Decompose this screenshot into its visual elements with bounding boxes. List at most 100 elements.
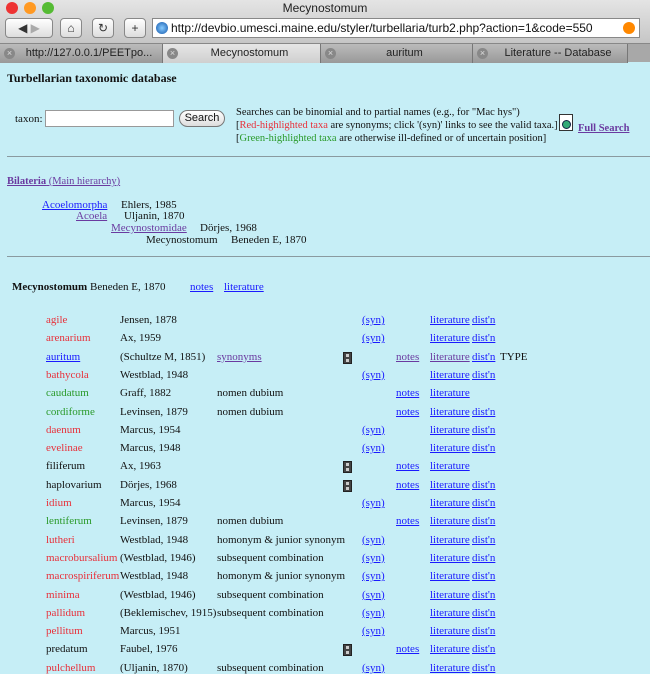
literature-link[interactable]: literature: [430, 351, 470, 363]
film-icon[interactable]: [343, 461, 352, 474]
distribution-link[interactable]: dist'n: [472, 351, 495, 363]
search-button[interactable]: Search: [179, 110, 225, 127]
literature-link[interactable]: literature: [430, 607, 470, 619]
literature-link[interactable]: literature: [430, 424, 470, 436]
distribution-link[interactable]: dist'n: [472, 314, 495, 326]
distribution-link[interactable]: dist'n: [472, 442, 495, 454]
close-tab-icon[interactable]: ×: [325, 48, 336, 59]
distribution-link[interactable]: dist'n: [472, 589, 495, 601]
distribution-link[interactable]: dist'n: [472, 662, 495, 674]
literature-link[interactable]: literature: [430, 625, 470, 637]
tab-auritum[interactable]: × auritum: [321, 44, 473, 63]
species-name-link[interactable]: auritum: [46, 351, 80, 363]
film-icon[interactable]: [343, 644, 352, 657]
back-forward-button[interactable]: ◀ ▶: [5, 18, 53, 38]
notes-link[interactable]: notes: [396, 351, 419, 363]
genus-author: Beneden E, 1870: [90, 281, 166, 293]
species-author: Marcus, 1954: [120, 423, 181, 436]
address-bar[interactable]: http://devbio.umesci.maine.edu/styler/tu…: [152, 18, 640, 38]
syn-link[interactable]: (syn): [362, 662, 385, 674]
syn-link[interactable]: (syn): [362, 442, 385, 454]
syn-link[interactable]: (syn): [362, 369, 385, 381]
tab-literature[interactable]: × Literature -- Database: [473, 44, 628, 63]
forward-icon[interactable]: ▶: [31, 21, 40, 35]
syn-link[interactable]: (syn): [362, 332, 385, 344]
syn-link[interactable]: (syn): [362, 552, 385, 564]
species-name: predatum: [46, 643, 88, 656]
tab-peet[interactable]: × http://127.0.0.1/PEETpo...: [0, 44, 163, 63]
distribution-link[interactable]: dist'n: [472, 369, 495, 381]
full-search-icon[interactable]: [559, 114, 573, 131]
notes-link[interactable]: notes: [396, 643, 419, 655]
species-name: filiferum: [46, 460, 86, 473]
syn-link[interactable]: (syn): [362, 534, 385, 546]
close-tab-icon[interactable]: ×: [167, 48, 178, 59]
synonyms-link[interactable]: synonyms: [217, 351, 262, 363]
distribution-link[interactable]: dist'n: [472, 607, 495, 619]
distribution-link[interactable]: dist'n: [472, 406, 495, 418]
notes-link[interactable]: notes: [396, 406, 419, 418]
syn-link[interactable]: (syn): [362, 625, 385, 637]
literature-link[interactable]: literature: [430, 589, 470, 601]
literature-link[interactable]: literature: [430, 314, 470, 326]
notes-link[interactable]: notes: [396, 460, 419, 472]
literature-link[interactable]: literature: [430, 662, 470, 674]
distribution-link[interactable]: dist'n: [472, 534, 495, 546]
literature-link[interactable]: literature: [430, 552, 470, 564]
literature-link[interactable]: literature: [430, 515, 470, 527]
distribution-link[interactable]: dist'n: [472, 424, 495, 436]
species-status: homonym & junior synonym: [217, 570, 346, 583]
back-icon[interactable]: ◀: [18, 21, 27, 35]
notes-link[interactable]: notes: [396, 515, 419, 527]
reload-button[interactable]: ↻: [92, 18, 114, 38]
notes-link[interactable]: notes: [396, 479, 419, 491]
syn-link[interactable]: (syn): [362, 424, 385, 436]
literature-link[interactable]: literature: [430, 369, 470, 381]
full-search-link[interactable]: Full Search: [578, 123, 629, 134]
notes-link[interactable]: notes: [396, 387, 419, 399]
hierarchy-root-link[interactable]: Bilateria (Main hierarchy): [7, 176, 120, 187]
tab-mecynostomum[interactable]: × Mecynostomum: [163, 44, 321, 63]
taxon-input[interactable]: [45, 110, 174, 127]
help-line-2: [Red-highlighted taxa are synonyms; clic…: [236, 120, 558, 131]
literature-link[interactable]: literature: [430, 497, 470, 509]
url-text: http://devbio.umesci.maine.edu/styler/tu…: [171, 21, 593, 35]
literature-link[interactable]: literature: [430, 534, 470, 546]
home-button[interactable]: ⌂: [60, 18, 82, 38]
distribution-link[interactable]: dist'n: [472, 643, 495, 655]
syn-link[interactable]: (syn): [362, 570, 385, 582]
distribution-link[interactable]: dist'n: [472, 497, 495, 509]
literature-link[interactable]: literature: [430, 442, 470, 454]
syn-link[interactable]: (syn): [362, 607, 385, 619]
film-icon[interactable]: [343, 479, 352, 492]
taxon-label: taxon:: [15, 113, 43, 125]
literature-link[interactable]: literature: [430, 406, 470, 418]
distribution-link[interactable]: dist'n: [472, 515, 495, 527]
film-icon[interactable]: [343, 351, 352, 364]
rss-icon[interactable]: [623, 22, 635, 34]
distribution-link[interactable]: dist'n: [472, 332, 495, 344]
distribution-link[interactable]: dist'n: [472, 552, 495, 564]
hierarchy-link-mecynostomidae[interactable]: Mecynostomidae: [111, 222, 187, 234]
syn-link[interactable]: (syn): [362, 314, 385, 326]
hierarchy-link-acoela[interactable]: Acoela: [76, 210, 107, 222]
genus-notes-link[interactable]: notes: [190, 281, 213, 293]
literature-link[interactable]: literature: [430, 479, 470, 491]
species-status: subsequent combination: [217, 661, 324, 674]
distribution-link[interactable]: dist'n: [472, 479, 495, 491]
literature-link[interactable]: literature: [430, 332, 470, 344]
distribution-link[interactable]: dist'n: [472, 570, 495, 582]
literature-link[interactable]: literature: [430, 570, 470, 582]
page-title: Turbellarian taxonomic database: [7, 71, 177, 85]
distribution-link[interactable]: dist'n: [472, 625, 495, 637]
new-tab-button[interactable]: +: [124, 18, 146, 38]
close-tab-icon[interactable]: ×: [4, 48, 15, 59]
syn-link[interactable]: (syn): [362, 497, 385, 509]
genus-literature-link[interactable]: literature: [224, 281, 264, 293]
literature-link[interactable]: literature: [430, 643, 470, 655]
species-status: nomen dubium: [217, 387, 284, 400]
close-tab-icon[interactable]: ×: [477, 48, 488, 59]
literature-link[interactable]: literature: [430, 387, 470, 399]
literature-link[interactable]: literature: [430, 460, 470, 472]
syn-link[interactable]: (syn): [362, 589, 385, 601]
